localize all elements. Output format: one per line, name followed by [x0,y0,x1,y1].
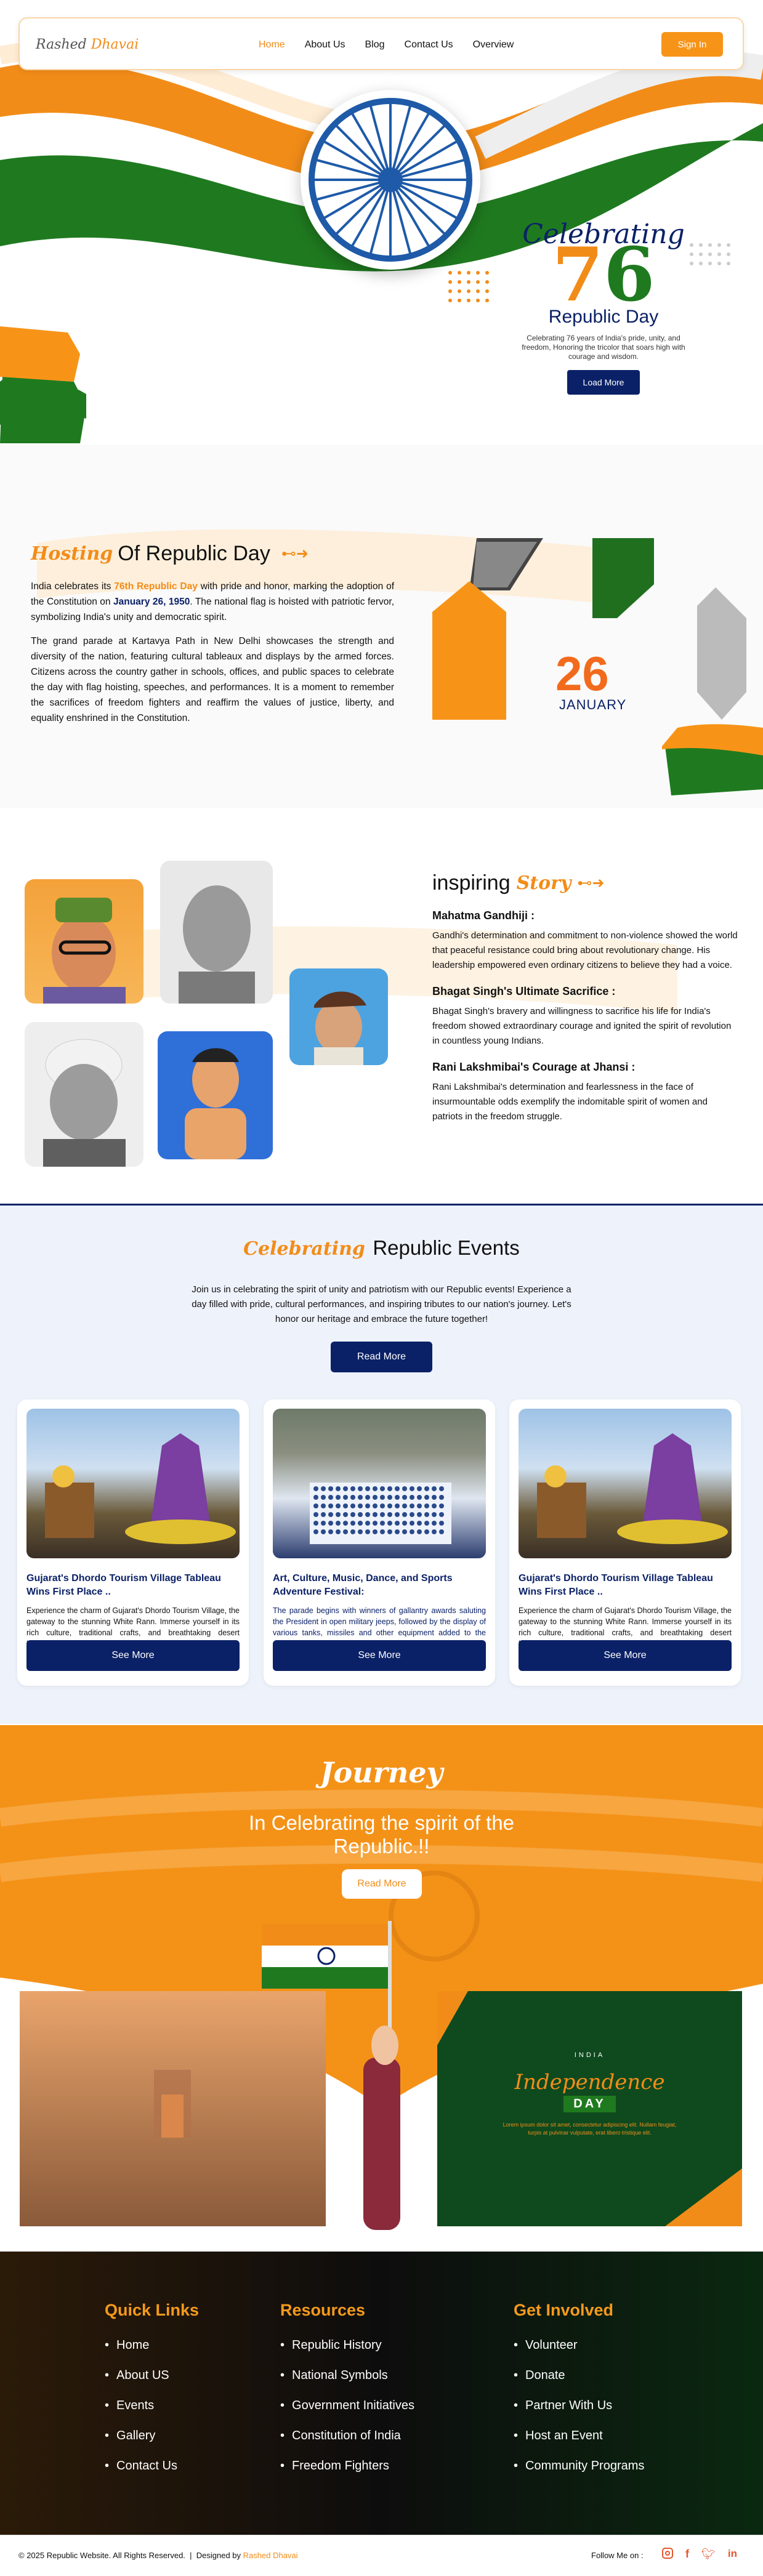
event-title: Gujarat's Dhordo Tourism Village Tableau… [26,1573,221,1597]
footer-quick-links: Quick Links Home About US Events Gallery… [105,2301,199,2489]
footer-link[interactable]: Events [105,2399,199,2413]
footer-link[interactable]: Home [105,2338,199,2353]
portrait-bhagat-singh [289,968,388,1065]
date-number: 26 [555,646,609,701]
person-name: Mahatma Gandhiji : [432,909,535,922]
footer-link[interactable]: Partner With Us [514,2399,644,2413]
arrow-right-icon: ⊷➜ [281,545,309,562]
designer-link[interactable]: Rashed Dhavai [243,2551,298,2560]
independence-day-poster: INDIA Independence DAY Lorem ipsum dolor… [503,2051,677,2136]
footer-resources: Resources Republic History National Symb… [280,2301,414,2489]
person-name: Bhagat Singh's Ultimate Sacrifice : [432,985,616,997]
journey-headline: In Celebrating the spirit of the Republi… [248,1811,515,1858]
hosting-title: Hosting Of Republic Day ⊷➜ [31,542,309,565]
hosting-paragraph-1: India celebrates its 76th Republic Day w… [31,581,395,622]
see-more-button[interactable]: See More [26,1640,240,1671]
footer-link[interactable]: Republic History [280,2338,414,2353]
journey-script-title: Journey [320,1756,443,1789]
nav-overview[interactable]: Overview [473,39,514,50]
footer-link[interactable]: Contact Us [105,2459,199,2473]
copyright-text: © 2025 Republic Website. All Rights Rese… [18,2551,298,2560]
twitter-icon[interactable]: 🐦︎ [701,2548,716,2561]
event-card: Gujarat's Dhordo Tourism Village Tableau… [509,1399,741,1686]
footer-link[interactable]: Community Programs [514,2459,644,2473]
inspiring-title: inspiring Story ⊷➜ [432,871,605,895]
event-image-parade [273,1409,486,1558]
sign-in-button[interactable]: Sign In [661,32,723,57]
nav-contact[interactable]: Contact Us [405,39,453,50]
hero-number: 76 [552,231,655,318]
portrait-lajpat-rai [25,1022,143,1167]
nav-home[interactable]: Home [259,39,285,50]
instagram-icon[interactable] [662,2548,673,2559]
inspiring-section: inspiring Story ⊷➜ Mahatma Gandhiji : Ga… [0,810,763,1204]
linkedin-icon[interactable]: in [728,2548,737,2561]
events-title: Celebrating Republic Events [243,1236,520,1260]
events-read-more-button[interactable]: Read More [331,1342,432,1372]
portrait-chandrashekhar-azad [158,1031,273,1159]
event-image-tableau [519,1409,732,1558]
footer-link[interactable]: Gallery [105,2429,199,2443]
nav-links: Home About Us Blog Contact Us Overview [259,39,533,50]
footer-link[interactable]: Freedom Fighters [280,2459,414,2473]
site-footer: Quick Links Home About US Events Gallery… [0,2252,763,2576]
person-text: Gandhi's determination and commitment to… [432,930,738,970]
date-month: JANUARY [559,697,627,712]
footer-link[interactable]: Donate [514,2369,644,2383]
site-logo[interactable]: Rashed Dhavai [36,37,139,52]
event-title: Gujarat's Dhordo Tourism Village Tableau… [519,1573,713,1597]
journey-section: Journey In Celebrating the spirit of the… [0,1725,763,2252]
load-more-button[interactable]: Load More [567,370,640,395]
see-more-button[interactable]: See More [519,1640,732,1671]
follow-label: Follow Me on : [591,2551,644,2560]
nav-about[interactable]: About Us [305,39,345,50]
footer-link[interactable]: Constitution of India [280,2429,414,2443]
person-text: Bhagat Singh's bravery and willingness t… [432,1006,732,1046]
event-image-tableau [26,1409,240,1558]
footer-link[interactable]: Host an Event [514,2429,644,2443]
top-navbar: Rashed Dhavai Home About Us Blog Contact… [18,17,744,70]
hero-text: Celebrating 76 Republic Day Celebrating … [493,219,714,395]
hosting-paragraph-2: The grand parade at Kartavya Path in New… [31,636,394,723]
footer-bottom-bar: © 2025 Republic Website. All Rights Rese… [0,2535,763,2576]
facebook-icon[interactable]: f [685,2548,689,2561]
event-card: Art, Culture, Music, Dance, and Sports A… [264,1399,495,1686]
portrait-ambedkar [25,879,143,1004]
person-text: Rani Lakshmibai's determination and fear… [432,1082,708,1122]
footer-link[interactable]: About US [105,2369,199,2383]
hosting-section: Hosting Of Republic Day ⊷➜ India celebra… [0,445,763,808]
journey-background-graphics [0,1790,763,2252]
journey-read-more-button[interactable]: Read More [342,1869,422,1899]
footer-link[interactable]: National Symbols [280,2369,414,2383]
ashoka-chakra-emblem [301,90,480,270]
hosting-collage: 26 JANUARY [432,538,746,723]
decor-dots-orange [448,271,489,302]
event-card: Gujarat's Dhordo Tourism Village Tableau… [17,1399,249,1686]
footer-link[interactable]: Government Initiatives [280,2399,414,2413]
arrow-right-icon: ⊷➜ [577,875,605,892]
hero-subtitle: Celebrating 76 years of India's pride, u… [522,334,685,361]
see-more-button[interactable]: See More [273,1640,486,1671]
event-title: Art, Culture, Music, Dance, and Sports A… [273,1573,453,1597]
nav-blog[interactable]: Blog [365,39,385,50]
inspiring-people-list: Mahatma Gandhiji : Gandhi's determinatio… [432,909,740,1137]
footer-get-involved: Get Involved Volunteer Donate Partner Wi… [514,2301,644,2489]
portrait-patel [160,861,273,1004]
person-name: Rani Lakshmibai's Courage at Jhansi : [432,1061,636,1073]
social-icons: f 🐦︎ in [662,2548,737,2561]
footer-link[interactable]: Volunteer [514,2338,644,2353]
events-section: Celebrating Republic Events Join us in c… [0,1204,763,1724]
events-intro: Join us in celebrating the spirit of uni… [192,1284,571,1324]
hero-title: Republic Day [548,307,659,327]
